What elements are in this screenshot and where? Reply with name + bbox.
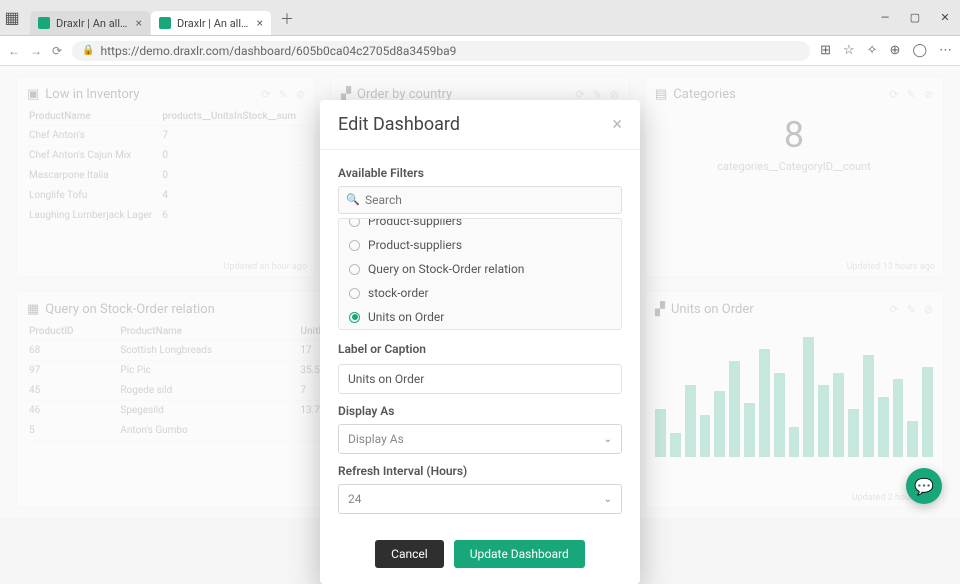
filter-item-label: stock-order — [368, 286, 429, 300]
more-icon[interactable]: ⋯ — [939, 43, 952, 58]
app-icon[interactable]: ⊞ — [820, 43, 831, 58]
close-icon[interactable]: × — [612, 114, 622, 135]
filter-list[interactable]: Product-suppliers Product-suppliers Query … — [338, 218, 622, 330]
filter-item-label: Query on Stock-Order relation — [368, 262, 524, 276]
filters-label: Available Filters — [338, 166, 622, 180]
browser-tab[interactable]: Draxlr | An all in one platform t × — [151, 11, 271, 35]
maximize-icon[interactable]: ▢ — [900, 0, 930, 35]
filter-item[interactable]: Units on Order — [339, 305, 621, 329]
filter-item[interactable]: stock-order — [339, 281, 621, 305]
chat-fab[interactable]: 💬 — [906, 468, 942, 504]
refresh-label: Refresh Interval (Hours) — [338, 464, 622, 478]
close-window-icon[interactable]: ✕ — [930, 0, 960, 35]
minimize-icon[interactable]: — — [870, 0, 900, 35]
filter-item-label: Product-suppliers — [368, 218, 462, 228]
radio-icon — [349, 240, 360, 251]
modal-title: Edit Dashboard — [338, 114, 460, 135]
extensions-icon[interactable]: ⊕ — [890, 43, 901, 58]
update-dashboard-button[interactable]: Update Dashboard — [454, 540, 585, 568]
caption-label: Label or Caption — [338, 342, 622, 356]
favicon-icon — [159, 17, 171, 29]
search-icon: 🔍 — [346, 193, 360, 206]
url-text: https://demo.draxlr.com/dashboard/605b0c… — [101, 44, 457, 58]
refresh-select[interactable]: 24 ⌄ — [338, 484, 622, 514]
lock-icon: 🔒 — [82, 45, 94, 56]
radio-icon — [349, 288, 360, 299]
filter-item[interactable]: Product-suppliers — [339, 233, 621, 257]
filter-item-label: Units on Order — [368, 310, 444, 324]
filter-item[interactable]: Product-suppliers — [339, 218, 621, 233]
radio-icon — [349, 264, 360, 275]
favicon-icon — [38, 17, 50, 29]
reload-icon[interactable]: ⟳ — [52, 44, 62, 58]
display-as-label: Display As — [338, 404, 622, 418]
browser-tab-bar: ▦ Draxlr | An all in one platform t × Dr… — [0, 0, 960, 36]
chevron-down-icon: ⌄ — [604, 434, 612, 445]
close-icon[interactable]: × — [136, 16, 142, 30]
profile-icon[interactable]: ◯ — [912, 43, 927, 58]
select-value: Display As — [348, 432, 404, 446]
filter-search-input[interactable] — [338, 186, 622, 214]
url-field[interactable]: 🔒 https://demo.draxlr.com/dashboard/605b… — [72, 41, 810, 61]
browser-tab[interactable]: Draxlr | An all in one platform t × — [30, 11, 150, 35]
favorite-icon[interactable]: ☆ — [843, 43, 855, 58]
edit-dashboard-modal: Edit Dashboard × Available Filters 🔍 Pro… — [320, 100, 640, 584]
filter-item-label: Product-suppliers — [368, 238, 462, 252]
forward-icon[interactable]: → — [30, 44, 42, 58]
address-bar: ← → ⟳ 🔒 https://demo.draxlr.com/dashboar… — [0, 36, 960, 66]
chevron-down-icon: ⌄ — [604, 494, 612, 505]
tab-title: Draxlr | An all in one platform t — [177, 17, 251, 30]
radio-icon — [349, 218, 360, 227]
tab-title: Draxlr | An all in one platform t — [56, 17, 130, 30]
filter-item[interactable]: Query on Stock-Order relation — [339, 257, 621, 281]
new-tab-button[interactable]: ＋ — [272, 3, 302, 35]
select-value: 24 — [348, 492, 362, 506]
collections-icon[interactable]: ✧ — [867, 43, 878, 58]
display-as-select[interactable]: Display As ⌄ — [338, 424, 622, 454]
caption-input[interactable] — [338, 364, 622, 394]
cancel-button[interactable]: Cancel — [375, 540, 444, 568]
app-menu-icon[interactable]: ▦ — [0, 0, 24, 35]
close-icon[interactable]: × — [257, 16, 263, 30]
radio-icon — [349, 312, 360, 323]
back-icon[interactable]: ← — [8, 44, 20, 58]
